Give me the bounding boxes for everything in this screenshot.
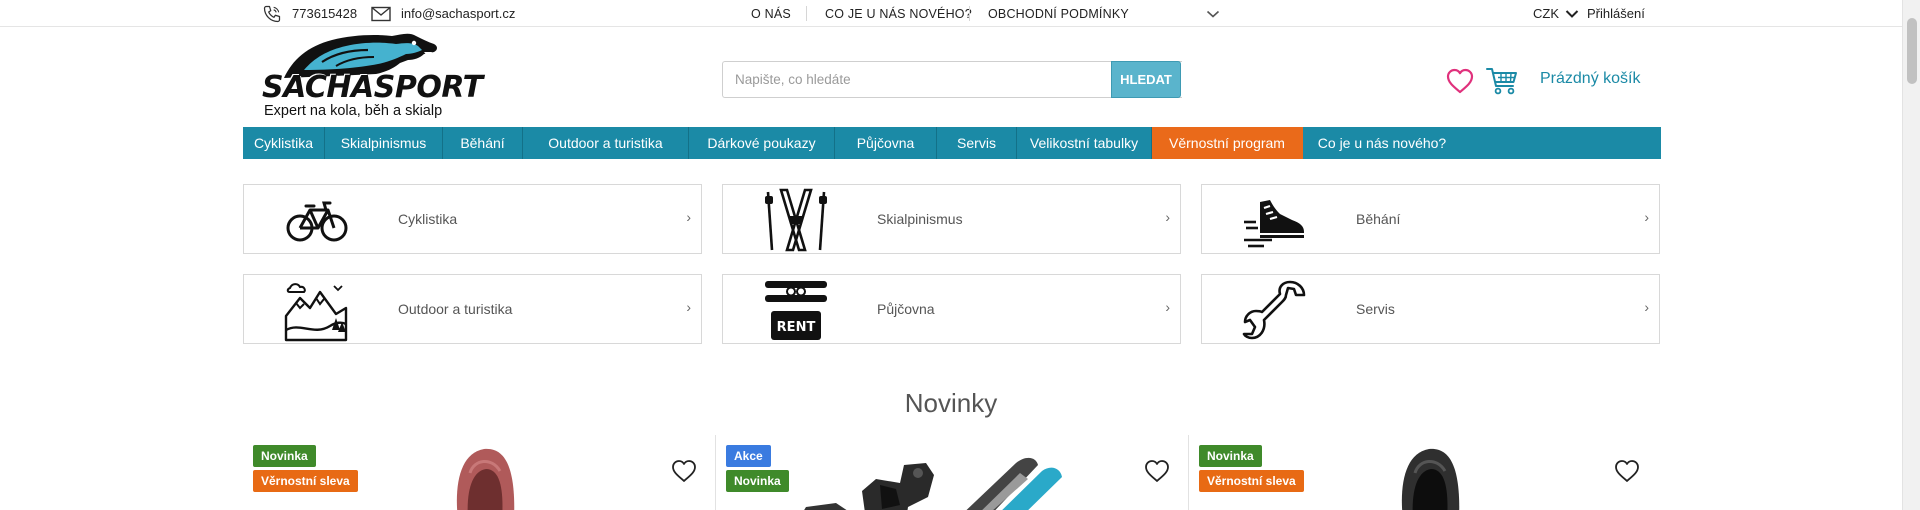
email-link[interactable]: info@sachasport.cz [371, 0, 515, 27]
search-button[interactable]: HLEDAT [1111, 61, 1181, 98]
nav-item-behani[interactable]: Běhání [443, 127, 523, 159]
top-nav-divider [969, 6, 970, 21]
phone-icon [263, 5, 281, 22]
brand-tagline: Expert na kola, běh a skialp [264, 103, 443, 119]
nav-item-skialpinismus[interactable]: Skialpinismus [325, 127, 443, 159]
nav-item-co-je-noveho[interactable]: Co je u nás nového? [1303, 127, 1461, 159]
currency-value: CZK [1533, 6, 1559, 21]
category-card-pujcovna[interactable]: RENT Půjčovna › [722, 274, 1181, 344]
nav-item-cyklistika[interactable]: Cyklistika [243, 127, 325, 159]
wishlist-heart-icon[interactable] [1446, 68, 1474, 94]
svg-text:RENT: RENT [777, 320, 816, 335]
badge-vernostni-sleva: Věrnostní sleva [1199, 470, 1304, 492]
chevron-right-icon: › [1644, 299, 1649, 315]
top-nav-obchodni-podminky[interactable]: OBCHODNÍ PODMÍNKY [988, 0, 1129, 27]
running-shoe-icon [1244, 200, 1304, 248]
wishlist-heart-icon[interactable] [1614, 459, 1640, 483]
top-nav-o-nas[interactable]: O NÁS [751, 0, 791, 27]
nav-item-outdoor[interactable]: Outdoor a turistika [523, 127, 689, 159]
wishlist-heart-icon[interactable] [1144, 459, 1170, 483]
page-scrollbar[interactable] [1902, 0, 1920, 510]
category-card-outdoor[interactable]: Outdoor a turistika › [243, 274, 702, 344]
product-image [456, 448, 515, 510]
category-card-behani[interactable]: Běhání › [1201, 184, 1660, 254]
top-nav-divider [806, 6, 807, 21]
scrollbar-thumb[interactable] [1907, 18, 1917, 84]
badge-vernostni-sleva: Věrnostní sleva [253, 470, 358, 492]
section-title-novinky: Novinky [904, 388, 998, 418]
envelope-icon [371, 6, 391, 21]
nav-item-pujcovna[interactable]: Půjčovna [835, 127, 937, 159]
phone-link[interactable]: 773615428 [262, 0, 357, 27]
mountains-icon [284, 283, 348, 342]
brand-name: SACHASPORT [262, 70, 483, 105]
chevron-right-icon: › [686, 299, 691, 315]
badge-akce: Akce [726, 445, 771, 467]
brand-logo[interactable]: SACHASPORT Expert na kola, běh a skialp [262, 30, 483, 122]
email-address: info@sachasport.cz [401, 6, 516, 21]
main-navigation: Cyklistika Skialpinismus Běhání Outdoor … [243, 127, 1661, 159]
chevron-right-icon: › [686, 209, 691, 225]
category-card-cyklistika[interactable]: Cyklistika › [243, 184, 702, 254]
badge-novinka: Novinka [253, 445, 316, 467]
currency-select[interactable]: CZK [1533, 0, 1579, 27]
rent-icon: RENT [765, 281, 827, 340]
chevron-right-icon: › [1644, 209, 1649, 225]
product-card[interactable]: Akce Novinka [716, 435, 1186, 510]
chevron-right-icon: › [1165, 299, 1170, 315]
top-bar: 773615428 info@sachasport.cz O NÁS CO JE… [0, 0, 1902, 27]
login-link[interactable]: Přihlášení [1587, 0, 1645, 27]
wrench-icon [1242, 280, 1306, 340]
category-label: Půjčovna [877, 301, 935, 317]
category-label: Běhání [1356, 211, 1401, 227]
top-nav-more-toggle[interactable] [1206, 0, 1220, 27]
nav-item-vernostni-program[interactable]: Věrnostní program [1152, 127, 1303, 159]
cart-label[interactable]: Prázdný košík [1540, 70, 1640, 88]
product-image [804, 458, 1062, 510]
nav-item-velikostni-tabulky[interactable]: Velikostní tabulky [1017, 127, 1152, 159]
category-label: Cyklistika [398, 211, 458, 227]
nav-item-servis[interactable]: Servis [937, 127, 1017, 159]
shopping-cart-icon[interactable] [1486, 66, 1518, 96]
product-card[interactable]: Novinka Věrnostní sleva [243, 435, 715, 510]
category-card-servis[interactable]: Servis › [1201, 274, 1660, 344]
category-label: Servis [1356, 301, 1395, 317]
chevron-right-icon: › [1165, 209, 1170, 225]
phone-number: 773615428 [292, 6, 358, 21]
category-label: Skialpinismus [877, 211, 963, 227]
skis-icon [765, 188, 827, 252]
bicycle-icon [286, 201, 348, 242]
product-image [1401, 448, 1460, 510]
nav-item-darkove-poukazy[interactable]: Dárkové poukazy [689, 127, 835, 159]
chevron-down-icon [1206, 10, 1220, 18]
category-label: Outdoor a turistika [398, 301, 513, 317]
wishlist-heart-icon[interactable] [671, 459, 697, 483]
product-card[interactable]: Novinka Věrnostní sleva [1189, 435, 1661, 510]
chevron-down-icon [1565, 9, 1579, 18]
top-nav-novinky[interactable]: CO JE U NÁS NOVÉHO? [825, 0, 972, 27]
badge-novinka: Novinka [1199, 445, 1262, 467]
badge-novinka: Novinka [726, 470, 789, 492]
category-card-skialpinismus[interactable]: Skialpinismus › [722, 184, 1181, 254]
